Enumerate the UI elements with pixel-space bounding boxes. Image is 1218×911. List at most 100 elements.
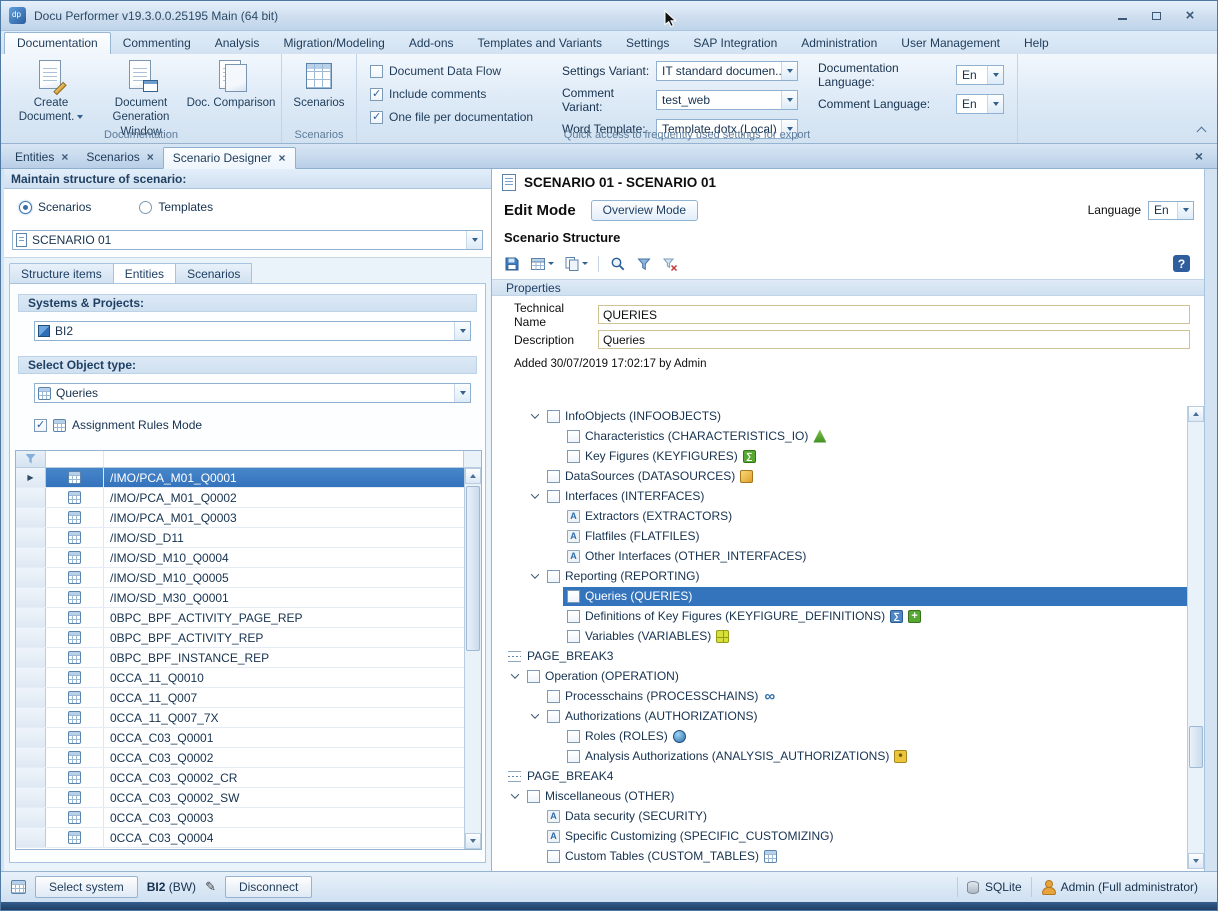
- tree-item-key-figures-keyfigures[interactable]: Key Figures (KEYFIGURES)∑: [492, 446, 1187, 466]
- chevron-expanded-icon[interactable]: [530, 570, 538, 578]
- checkbox-icon[interactable]: [567, 630, 580, 643]
- language-select[interactable]: En: [1148, 201, 1194, 220]
- save-button[interactable]: [500, 253, 523, 274]
- scroll-down-button[interactable]: [1188, 853, 1204, 869]
- ribbon-tab-settings[interactable]: Settings: [614, 33, 681, 54]
- chevron-expanded-icon[interactable]: [510, 790, 518, 798]
- tab-structure-items[interactable]: Structure items: [9, 263, 114, 284]
- ribbon-tab-templates-and-variants[interactable]: Templates and Variants: [466, 33, 615, 54]
- tree-item-operation-operation[interactable]: Operation (OPERATION): [492, 666, 1187, 686]
- table-row[interactable]: 0BPC_BPF_ACTIVITY_PAGE_REP: [16, 608, 464, 628]
- table-row[interactable]: /IMO/PCA_M01_Q0003: [16, 508, 464, 528]
- tree-item-custom-tables-custom-tables[interactable]: Custom Tables (CUSTOM_TABLES): [492, 846, 1187, 866]
- tree-item-other-interfaces-other-interfaces[interactable]: AOther Interfaces (OTHER_INTERFACES): [492, 546, 1187, 566]
- checkbox-icon[interactable]: [527, 670, 540, 683]
- close-icon[interactable]: ×: [147, 151, 154, 163]
- scroll-up-button[interactable]: [465, 468, 481, 484]
- clear-filter-button[interactable]: [658, 253, 681, 274]
- tree-scrollbar[interactable]: [1187, 406, 1204, 869]
- tree-item-analysis-authorizations-analysis-authorizations[interactable]: Analysis Authorizations (ANALYSIS_AUTHOR…: [492, 746, 1187, 766]
- combo-dropdown-button[interactable]: [454, 384, 470, 402]
- scenarios-button[interactable]: Scenarios: [287, 57, 351, 129]
- combo-dropdown-button[interactable]: [454, 322, 470, 340]
- checkbox-icon[interactable]: [567, 730, 580, 743]
- checkbox-icon[interactable]: [547, 410, 560, 423]
- scroll-thumb[interactable]: [1189, 726, 1203, 768]
- tree-item-datasources-datasources[interactable]: DataSources (DATASOURCES): [492, 466, 1187, 486]
- chevron-expanded-icon[interactable]: [530, 710, 538, 718]
- table-row[interactable]: 0BPC_BPF_ACTIVITY_REP: [16, 628, 464, 648]
- collapse-ribbon-button[interactable]: [1197, 127, 1207, 137]
- ribbon-tab-sap-integration[interactable]: SAP Integration: [681, 33, 789, 54]
- table-row[interactable]: 0CCA_C03_Q0002_SW: [16, 788, 464, 808]
- radio-scenarios[interactable]: Scenarios: [19, 200, 91, 214]
- ribbon-tab-administration[interactable]: Administration: [789, 33, 889, 54]
- ribbon-tab-help[interactable]: Help: [1012, 33, 1061, 54]
- description-input[interactable]: [598, 330, 1190, 349]
- checkbox-checked-icon[interactable]: [370, 111, 383, 124]
- combo-dropdown-button[interactable]: [781, 91, 797, 109]
- table-row[interactable]: /IMO/SD_M30_Q0001: [16, 588, 464, 608]
- checkbox-icon[interactable]: [547, 690, 560, 703]
- tree-item-roles-roles[interactable]: Roles (ROLES): [492, 726, 1187, 746]
- table-row[interactable]: /IMO/SD_M10_Q0004: [16, 548, 464, 568]
- ribbon-tab-add-ons[interactable]: Add-ons: [397, 33, 466, 54]
- tree-item-extractors-extractors[interactable]: AExtractors (EXTRACTORS): [492, 506, 1187, 526]
- combo-dropdown-button[interactable]: [987, 95, 1003, 113]
- checkbox-icon[interactable]: [527, 790, 540, 803]
- radio-templates[interactable]: Templates: [139, 200, 213, 214]
- tree-item-page-break4[interactable]: PAGE_BREAK4: [492, 766, 1187, 786]
- combo-dropdown-button[interactable]: [466, 231, 482, 249]
- tree-item-interfaces-interfaces[interactable]: Interfaces (INTERFACES): [492, 486, 1187, 506]
- system-select[interactable]: BI2: [34, 321, 471, 341]
- close-icon[interactable]: ×: [61, 151, 68, 163]
- scroll-up-button[interactable]: [1188, 406, 1204, 422]
- tree-item-definitions-of-key-figures-keyfigure-definitions[interactable]: Definitions of Key Figures (KEYFIGURE_DE…: [492, 606, 1187, 626]
- document-tab-scenario-designer[interactable]: Scenario Designer×: [163, 147, 296, 169]
- assignment-rules-toggle[interactable]: Assignment Rules Mode: [34, 418, 202, 432]
- combo-dropdown-button[interactable]: [781, 62, 797, 80]
- table-row[interactable]: /IMO/PCA_M01_Q0002: [16, 488, 464, 508]
- checkbox-icon[interactable]: [567, 590, 580, 603]
- insert-button[interactable]: [526, 253, 557, 274]
- tree-item-page-break3[interactable]: PAGE_BREAK3: [492, 646, 1187, 666]
- close-document-button[interactable]: ×: [1186, 148, 1212, 164]
- checkbox-icon[interactable]: [567, 610, 580, 623]
- tree-item-processchains-processchains[interactable]: Processchains (PROCESSCHAINS)∞: [492, 686, 1187, 706]
- checkbox-icon[interactable]: [547, 850, 560, 863]
- ribbon-tab-commenting[interactable]: Commenting: [111, 33, 203, 54]
- create-document-button[interactable]: Create Document.: [6, 57, 96, 129]
- combo-dropdown-button[interactable]: [987, 66, 1003, 84]
- ribbon-checkbox-one-file-per-documentation[interactable]: One file per documentation: [370, 110, 548, 124]
- chevron-expanded-icon[interactable]: [530, 410, 538, 418]
- table-row[interactable]: 0CCA_C03_Q0003: [16, 808, 464, 828]
- ribbon-tab-user-management[interactable]: User Management: [889, 33, 1012, 54]
- copy-button[interactable]: [560, 253, 591, 274]
- close-icon[interactable]: ×: [278, 152, 285, 164]
- scenario-select[interactable]: SCENARIO 01: [12, 230, 483, 250]
- filter-button[interactable]: [632, 253, 655, 274]
- help-button[interactable]: ?: [1173, 255, 1190, 272]
- combo-dropdown-button[interactable]: [1177, 202, 1193, 219]
- checkbox-icon[interactable]: [547, 710, 560, 723]
- checkbox-icon[interactable]: [567, 750, 580, 763]
- table-row[interactable]: ▶/IMO/PCA_M01_Q0001: [16, 468, 464, 488]
- technical-name-input[interactable]: [598, 305, 1190, 324]
- tree-item-reporting-reporting[interactable]: Reporting (REPORTING): [492, 566, 1187, 586]
- tab-entities[interactable]: Entities: [114, 263, 176, 285]
- tree-item-flatfiles-flatfiles[interactable]: AFlatfiles (FLATFILES): [492, 526, 1187, 546]
- edit-system-icon[interactable]: ✎: [205, 879, 216, 895]
- scroll-down-button[interactable]: [465, 833, 481, 849]
- doc-comparison-button[interactable]: Doc. Comparison: [186, 57, 276, 129]
- close-button[interactable]: ×: [1175, 6, 1205, 25]
- database-indicator[interactable]: SQLite: [957, 877, 1031, 897]
- restore-button[interactable]: [1141, 6, 1171, 25]
- tree-item-data-security-security[interactable]: AData security (SECURITY): [492, 806, 1187, 826]
- checkbox-icon[interactable]: [547, 470, 560, 483]
- overview-mode-button[interactable]: Overview Mode: [591, 200, 698, 221]
- ribbon-checkbox-document-data-flow[interactable]: Document Data Flow: [370, 64, 548, 78]
- disconnect-button[interactable]: Disconnect: [225, 876, 312, 898]
- tab-scenarios[interactable]: Scenarios: [176, 263, 252, 284]
- user-indicator[interactable]: Admin (Full administrator): [1031, 877, 1207, 897]
- table-row[interactable]: 0CCA_C03_Q0002: [16, 748, 464, 768]
